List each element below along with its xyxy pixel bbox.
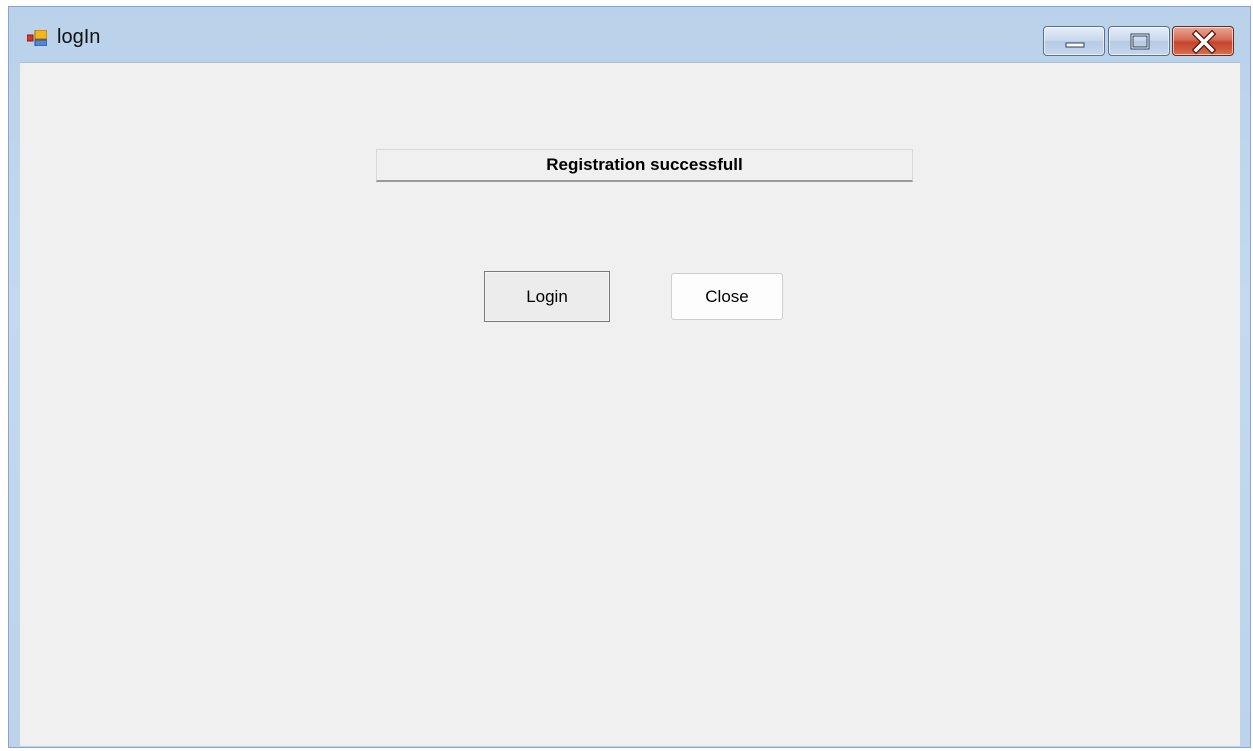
login-window: logIn Registration successfull Login Clo… [8,6,1251,748]
title-bar[interactable]: logIn [9,7,1250,62]
close-window-button[interactable] [1172,26,1234,56]
windows-form-icon [26,29,48,47]
registration-status-label: Registration successfull [376,149,913,182]
minimize-button[interactable] [1043,26,1105,56]
maximize-button[interactable] [1108,26,1170,56]
form-client-area: Registration successfull Login Close [20,62,1240,746]
window-title: logIn [57,26,101,48]
close-button[interactable]: Close [671,273,783,320]
login-button[interactable]: Login [484,271,610,322]
